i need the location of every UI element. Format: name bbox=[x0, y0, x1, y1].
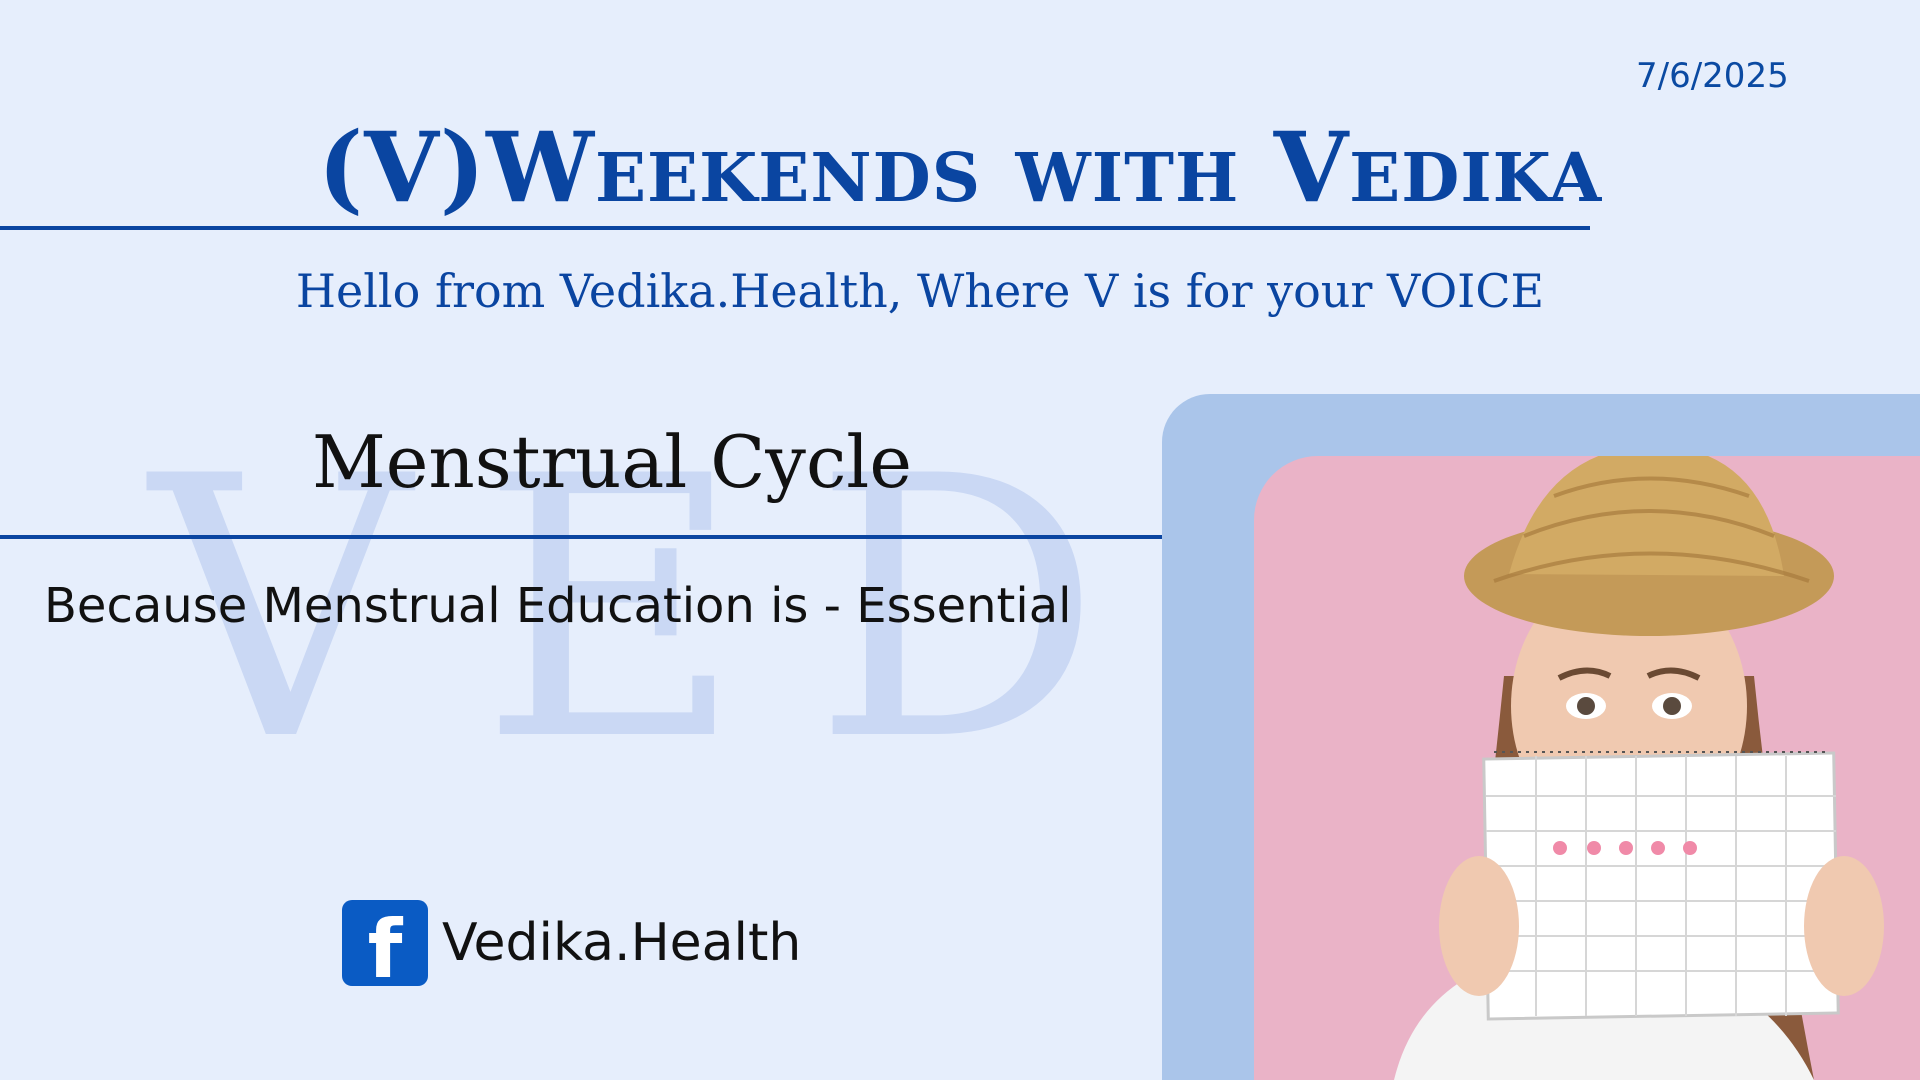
page-title: (V)Weekends with Vedika bbox=[317, 111, 1603, 224]
social-link[interactable]: f Vedika.Health bbox=[342, 900, 801, 986]
woman-calendar-illustration bbox=[1394, 456, 1884, 1080]
date-label: 7/6/2025 bbox=[1636, 56, 1789, 96]
page-subtitle: Hello from Vedika.Health, Where V is for… bbox=[295, 264, 1545, 318]
facebook-glyph: f bbox=[367, 903, 403, 987]
topic-heading: Menstrual Cycle bbox=[312, 420, 912, 504]
social-handle: Vedika.Health bbox=[442, 913, 802, 973]
photo-image bbox=[1254, 456, 1920, 1080]
topic-divider bbox=[0, 535, 1162, 539]
tagline-text: Because Menstrual Education is - Essenti… bbox=[44, 578, 1072, 634]
title-divider bbox=[0, 226, 1590, 230]
facebook-icon: f bbox=[342, 900, 428, 986]
